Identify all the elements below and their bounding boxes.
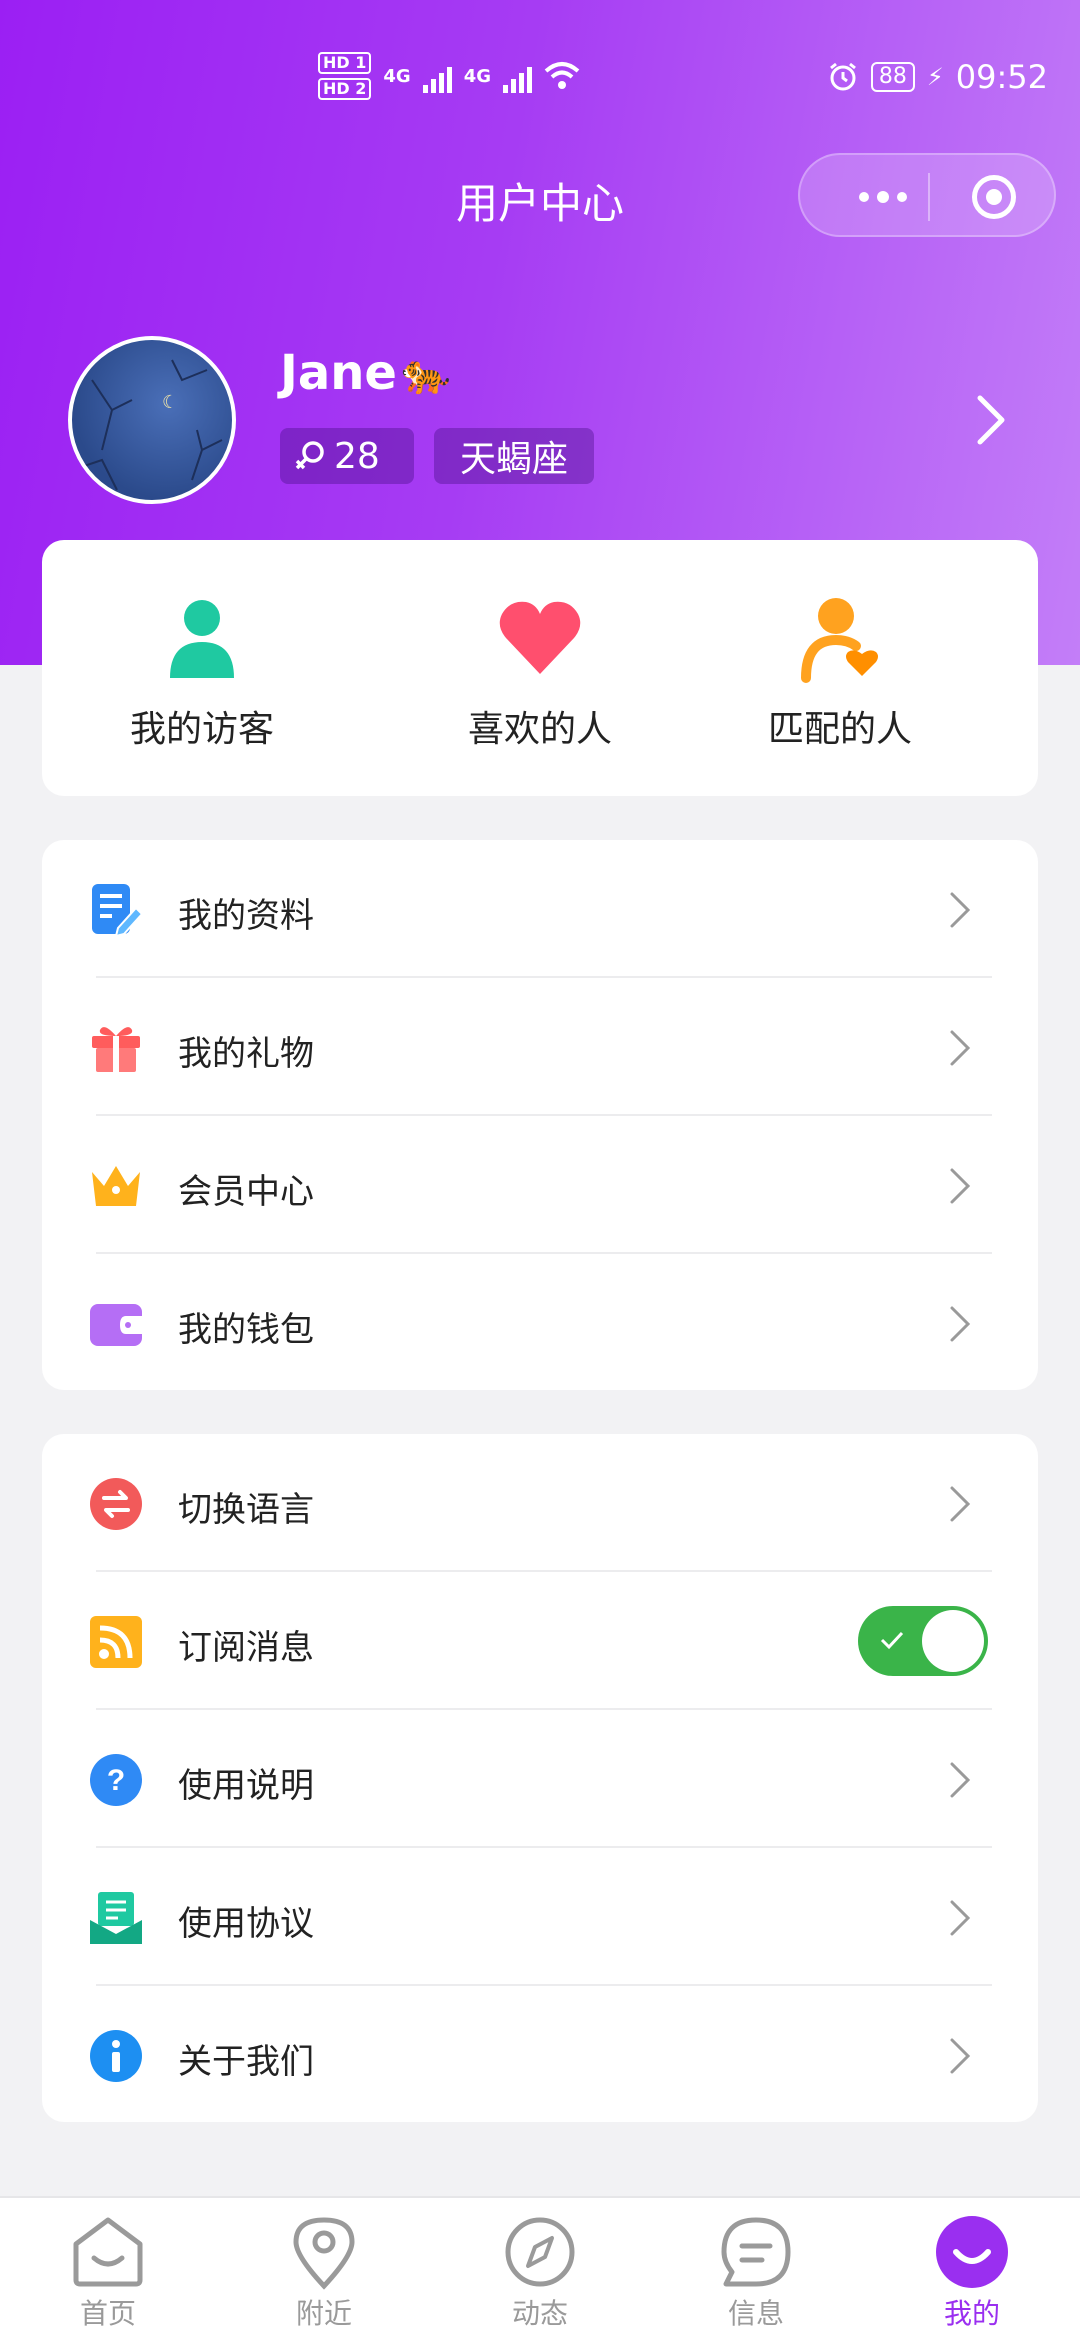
menu-item-vip-center[interactable]: 会员中心 bbox=[42, 1116, 1038, 1254]
tab-me[interactable]: 我的 bbox=[864, 2214, 1080, 2332]
tab-messages[interactable]: 信息 bbox=[648, 2214, 864, 2332]
menu-item-about-us[interactable]: 关于我们 bbox=[42, 1986, 1038, 2124]
quick-actions-card: 我的访客 喜欢的人 匹配的人 bbox=[42, 540, 1038, 796]
gift-icon bbox=[92, 1027, 140, 1072]
avatar[interactable]: ☾ bbox=[68, 336, 236, 504]
subscribe-toggle[interactable] bbox=[858, 1606, 988, 1676]
svg-text:?: ? bbox=[107, 1764, 125, 1797]
tab-nearby[interactable]: 附近 bbox=[216, 2214, 432, 2332]
me-icon bbox=[936, 2216, 1008, 2288]
menu-group-1: 我的资料 我的礼物 会员中心 我的钱包 bbox=[42, 840, 1038, 1390]
status-signal-group: HD 1 HD 2 4G 4G bbox=[318, 52, 580, 100]
signal-icon-1 bbox=[422, 59, 452, 93]
match-icon bbox=[801, 598, 878, 683]
chevron-right-icon bbox=[950, 1762, 971, 1798]
signal-icon-2 bbox=[503, 59, 532, 93]
home-icon bbox=[73, 2217, 143, 2287]
status-bar: HD 1 HD 2 4G 4G 88 ⚡ 09:52 bbox=[0, 40, 1080, 120]
hd-indicator-1: HD 1 bbox=[318, 52, 372, 74]
help-icon: ? bbox=[90, 1754, 142, 1806]
profile-doc-icon bbox=[92, 884, 144, 938]
username: Jane 🐅 bbox=[280, 345, 451, 401]
chevron-right-icon bbox=[950, 892, 971, 928]
chevron-right-icon bbox=[950, 1486, 971, 1522]
compass-icon bbox=[505, 2217, 575, 2287]
alarm-icon bbox=[829, 62, 856, 91]
tab-moments[interactable]: 动态 bbox=[432, 2214, 648, 2332]
chevron-right-icon bbox=[950, 1306, 971, 1342]
chevron-right-icon bbox=[950, 1900, 971, 1936]
info-icon bbox=[90, 2030, 142, 2082]
tiger-emoji-icon: 🐅 bbox=[400, 350, 451, 397]
more-options-button[interactable] bbox=[838, 177, 928, 217]
agreement-icon bbox=[90, 1892, 142, 1944]
menu-item-my-wallet[interactable]: 我的钱包 bbox=[42, 1254, 1038, 1392]
battery-indicator: 88 bbox=[870, 62, 915, 92]
quick-action-likes[interactable]: 喜欢的人 bbox=[410, 590, 670, 752]
clock-time: 09:52 bbox=[955, 58, 1048, 96]
profile-chevron-right-icon[interactable] bbox=[970, 390, 1010, 450]
quick-action-visitors[interactable]: 我的访客 bbox=[72, 590, 332, 752]
visitor-icon bbox=[170, 600, 234, 678]
quick-action-matches[interactable]: 匹配的人 bbox=[710, 590, 970, 752]
heart-icon bbox=[499, 601, 581, 674]
check-icon bbox=[880, 1631, 904, 1650]
crown-icon bbox=[92, 1166, 140, 1206]
moon-icon: ☾ bbox=[162, 392, 179, 413]
rss-icon bbox=[90, 1616, 142, 1668]
toggle-knob bbox=[922, 1610, 984, 1672]
wallet-icon bbox=[90, 1304, 142, 1346]
close-miniprogram-button[interactable] bbox=[972, 175, 1016, 219]
age-badge: 28 bbox=[280, 428, 414, 484]
bottom-tab-bar: 首页 附近 动态 信息 我的 bbox=[0, 2196, 1080, 2340]
menu-item-subscribe-messages: 订阅消息 bbox=[42, 1572, 1038, 1710]
menu-item-user-agreement[interactable]: 使用协议 bbox=[42, 1848, 1038, 1986]
menu-group-2: 切换语言 订阅消息 ? 使用说明 使用协议 关于我们 bbox=[42, 1434, 1038, 2122]
age-value: 28 bbox=[334, 435, 380, 477]
zodiac-badge: 天蝎座 bbox=[434, 428, 594, 484]
capsule-divider bbox=[928, 173, 930, 221]
network-type-2: 4G bbox=[463, 65, 491, 87]
tab-home[interactable]: 首页 bbox=[0, 2214, 216, 2332]
menu-item-user-guide[interactable]: ? 使用说明 bbox=[42, 1710, 1038, 1848]
message-icon bbox=[721, 2217, 791, 2287]
wifi-icon bbox=[544, 62, 580, 89]
chevron-right-icon bbox=[950, 1030, 971, 1066]
language-switch-icon bbox=[90, 1478, 142, 1530]
female-gender-icon bbox=[295, 441, 324, 470]
charging-icon: ⚡ bbox=[926, 63, 944, 91]
miniprogram-capsule bbox=[798, 153, 1056, 237]
menu-item-switch-language[interactable]: 切换语言 bbox=[42, 1434, 1038, 1572]
hd-indicator-2: HD 2 bbox=[318, 78, 372, 100]
chevron-right-icon bbox=[950, 2038, 971, 2074]
chevron-right-icon bbox=[950, 1168, 971, 1204]
location-icon bbox=[293, 2217, 355, 2290]
menu-item-my-profile[interactable]: 我的资料 bbox=[42, 840, 1038, 978]
menu-item-my-gifts[interactable]: 我的礼物 bbox=[42, 978, 1038, 1116]
network-type-1: 4G bbox=[383, 65, 411, 87]
